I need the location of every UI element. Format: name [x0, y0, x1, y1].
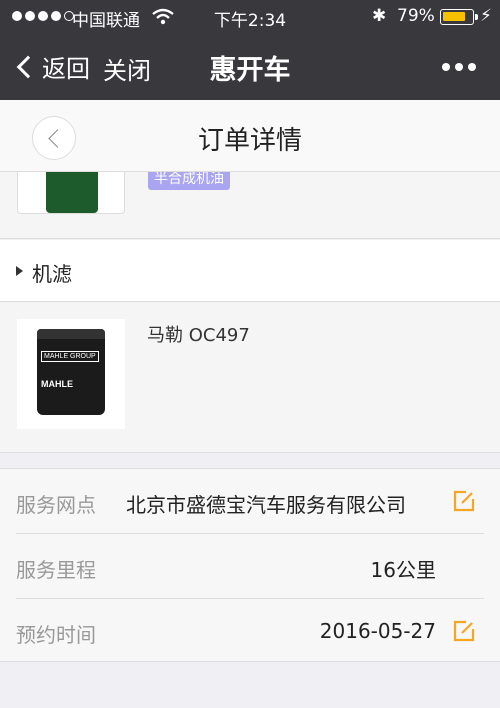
oil-can-icon — [46, 172, 98, 213]
app-title: 惠开车 — [209, 55, 291, 86]
dot-icon — [455, 63, 463, 71]
info-value: 16公里 — [370, 558, 436, 582]
edit-icon[interactable] — [452, 619, 476, 643]
charging-icon: ⚡ — [480, 6, 492, 26]
oil-product-image — [17, 172, 125, 214]
filter-product-row: MAHLE GROUP MAHLE 马勒 OC497 — [0, 303, 500, 453]
filter-logo-text: MAHLE — [41, 379, 73, 389]
section-gap — [0, 454, 500, 468]
info-label: 服务里程 — [16, 558, 96, 582]
battery-icon — [440, 9, 478, 25]
section-header-oil-filter[interactable]: 机滤 — [0, 240, 500, 302]
nav-bar: 返回 关闭 惠开车 — [0, 34, 500, 100]
filter-name: 马勒 OC497 — [147, 325, 250, 346]
section-label: 机滤 — [32, 262, 72, 286]
info-row-mileage: 服务里程 16公里 — [0, 534, 500, 598]
page-title: 订单详情 — [197, 126, 302, 156]
page-header: 订单详情 — [0, 100, 500, 172]
info-row-appointment-time: 预约时间 2016-05-27 — [0, 599, 500, 663]
info-label: 服务网点 — [16, 493, 96, 517]
product-tag: 半合成机油 — [148, 172, 230, 190]
app-header: 中国联通 下午2:34 ✱ 79% ⚡ 返回 关闭 惠开车 — [0, 0, 500, 100]
filter-brand-text: MAHLE GROUP — [41, 351, 99, 362]
edit-icon[interactable] — [452, 489, 476, 513]
bluetooth-icon: ✱ — [372, 6, 387, 26]
info-value: 2016-05-27 — [319, 619, 436, 643]
oil-product-row: 半合成机油 — [0, 172, 500, 239]
more-menu-button[interactable] — [442, 63, 476, 71]
status-bar: 中国联通 下午2:34 ✱ 79% ⚡ — [0, 0, 500, 34]
oil-filter-icon: MAHLE GROUP MAHLE — [37, 329, 105, 415]
battery-percent: 79% — [397, 6, 435, 26]
info-label: 预约时间 — [16, 623, 96, 647]
dot-icon — [468, 63, 476, 71]
filter-product-image: MAHLE GROUP MAHLE — [17, 319, 125, 429]
info-value: 北京市盛德宝汽车服务有限公司 — [126, 493, 406, 517]
triangle-right-icon — [16, 266, 23, 276]
info-row-service-point: 服务网点 北京市盛德宝汽车服务有限公司 — [0, 469, 500, 533]
dot-icon — [442, 63, 450, 71]
service-info-card: 服务网点 北京市盛德宝汽车服务有限公司 服务里程 16公里 预约时间 2016-… — [0, 468, 500, 662]
